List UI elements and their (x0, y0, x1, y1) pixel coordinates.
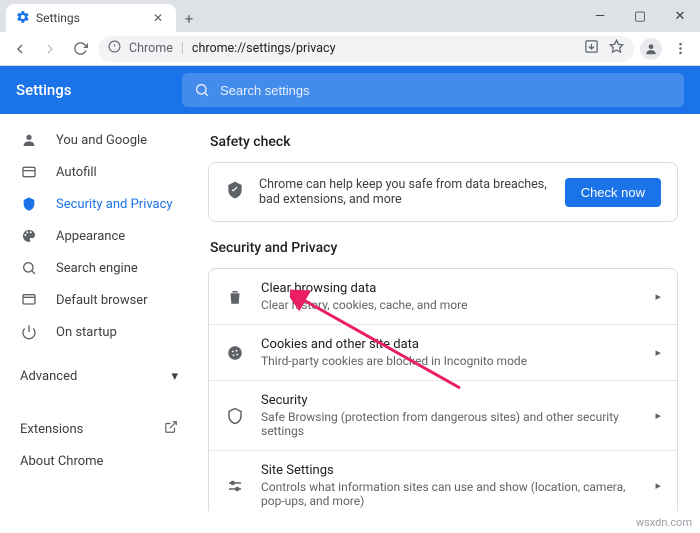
row-title: Security (261, 393, 639, 408)
omnibox-url: chrome://settings/privacy (192, 41, 336, 56)
row-title: Clear browsing data (261, 281, 639, 296)
privacy-list: Clear browsing data Clear history, cooki… (208, 268, 678, 511)
address-bar[interactable]: Chrome | chrome://settings/privacy (98, 36, 634, 62)
about-label: About Chrome (20, 454, 103, 469)
section-title-privacy: Security and Privacy (210, 240, 678, 256)
sidebar-label: You and Google (56, 133, 147, 148)
forward-button[interactable] (38, 37, 62, 61)
window-maximize-button[interactable]: ▢ (620, 0, 660, 32)
tab-title: Settings (36, 11, 80, 25)
cookie-icon (225, 344, 245, 362)
section-title-safety: Safety check (210, 134, 678, 150)
new-tab-button[interactable]: + (176, 6, 202, 32)
window-controls: — ▢ ✕ (580, 0, 700, 32)
sidebar-label: Default browser (56, 293, 148, 308)
row-sub: Clear history, cookies, cache, and more (261, 298, 639, 312)
settings-sidebar: You and Google Autofill Security and Pri… (0, 114, 198, 511)
palette-icon (20, 228, 38, 244)
sidebar-item-default-browser[interactable]: Default browser (0, 284, 198, 316)
sidebar-label: Search engine (56, 261, 138, 276)
site-info-icon[interactable] (108, 40, 121, 57)
browser-icon (20, 292, 38, 308)
shield-icon (20, 196, 38, 212)
watermark: wsxdn.com (636, 516, 692, 529)
external-link-icon (164, 420, 178, 438)
reload-button[interactable] (68, 37, 92, 61)
omnibox-sep: | (181, 41, 184, 56)
sidebar-item-on-startup[interactable]: On startup (0, 316, 198, 348)
sidebar-label: Appearance (56, 229, 125, 244)
sidebar-item-you-and-google[interactable]: You and Google (0, 124, 198, 156)
search-icon (20, 260, 38, 276)
row-security[interactable]: Security Safe Browsing (protection from … (209, 381, 677, 451)
window-minimize-button[interactable]: — (580, 0, 620, 32)
browser-tab[interactable]: Settings ✕ (6, 4, 176, 32)
chevron-right-icon: ▸ (655, 479, 661, 492)
settings-header: Settings (0, 66, 700, 114)
search-icon (194, 82, 210, 98)
sidebar-item-security-privacy[interactable]: Security and Privacy (0, 188, 198, 220)
sidebar-advanced[interactable]: Advanced ▾ (0, 356, 198, 396)
sidebar-item-search-engine[interactable]: Search engine (0, 252, 198, 284)
window-close-button[interactable]: ✕ (660, 0, 700, 32)
sidebar-item-autofill[interactable]: Autofill (0, 156, 198, 188)
settings-search-input[interactable] (220, 83, 672, 98)
extensions-label: Extensions (20, 422, 83, 437)
autofill-icon (20, 164, 38, 180)
menu-button[interactable] (668, 37, 692, 61)
check-now-button[interactable]: Check now (565, 178, 661, 207)
row-sub: Third-party cookies are blocked in Incog… (261, 354, 639, 368)
install-icon[interactable] (584, 39, 599, 58)
bookmark-icon[interactable] (609, 39, 624, 58)
advanced-label: Advanced (20, 369, 77, 384)
security-icon (225, 407, 245, 425)
close-tab-icon[interactable]: ✕ (150, 11, 166, 25)
profile-avatar[interactable] (640, 38, 662, 60)
sidebar-about-chrome[interactable]: About Chrome (0, 445, 198, 477)
settings-title: Settings (16, 81, 182, 99)
row-title: Site Settings (261, 463, 639, 478)
chevron-right-icon: ▸ (655, 409, 661, 422)
row-clear-browsing-data[interactable]: Clear browsing data Clear history, cooki… (209, 269, 677, 325)
safety-check-card: Chrome can help keep you safe from data … (208, 162, 678, 222)
row-sub: Safe Browsing (protection from dangerous… (261, 410, 639, 438)
sidebar-item-appearance[interactable]: Appearance (0, 220, 198, 252)
sidebar-extensions[interactable]: Extensions (0, 413, 198, 445)
chevron-right-icon: ▸ (655, 346, 661, 359)
back-button[interactable] (8, 37, 32, 61)
row-title: Cookies and other site data (261, 337, 639, 352)
safety-desc: Chrome can help keep you safe from data … (259, 177, 551, 207)
chevron-down-icon: ▾ (171, 369, 178, 384)
row-site-settings[interactable]: Site Settings Controls what information … (209, 451, 677, 511)
person-icon (20, 132, 38, 148)
sidebar-label: Autofill (56, 165, 97, 180)
power-icon (20, 324, 38, 340)
sliders-icon (225, 477, 245, 495)
window-titlebar: Settings ✕ + — ▢ ✕ (0, 0, 700, 32)
sidebar-label: Security and Privacy (56, 197, 173, 212)
trash-icon (225, 288, 245, 306)
sidebar-label: On startup (56, 325, 117, 340)
chevron-right-icon: ▸ (655, 290, 661, 303)
settings-main: Safety check Chrome can help keep you sa… (198, 114, 700, 511)
row-cookies[interactable]: Cookies and other site data Third-party … (209, 325, 677, 381)
row-sub: Controls what information sites can use … (261, 480, 639, 508)
browser-toolbar: Chrome | chrome://settings/privacy (0, 32, 700, 66)
settings-search[interactable] (182, 73, 684, 107)
omnibox-origin: Chrome (129, 41, 173, 56)
shield-icon (225, 180, 245, 204)
gear-icon (16, 10, 30, 27)
